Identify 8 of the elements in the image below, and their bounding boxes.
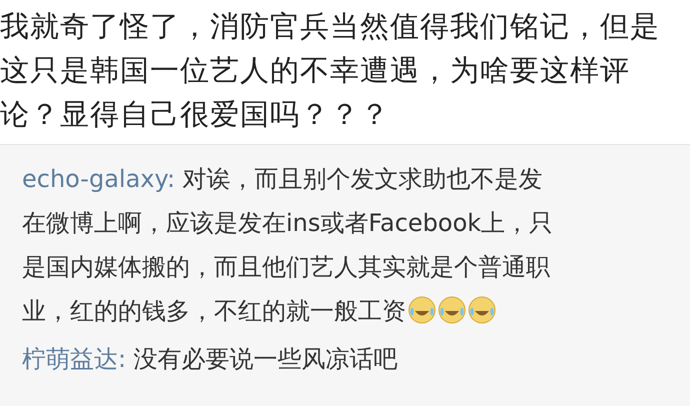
emoji-icon xyxy=(468,296,496,324)
emoji-icon xyxy=(408,296,436,324)
username-link[interactable]: echo-galaxy: xyxy=(22,165,176,193)
reply-text: echo-galaxy: 对诶，而且别个发文求助也不是发 在微博上啊，应该是发在ins或者Facebook上，只 是国内媒体搬的，而且他们艺人其实就是个普通职 业，红的的钱多，不红的就一般工资 xyxy=(22,164,554,327)
username-link[interactable]: 柠萌益达: xyxy=(22,345,126,373)
post-text: 我就奇了怪了，消防官兵当然值得我们铭记，但是 这只是韩国一位艺人的不幸遭遇，为啥要这样评 论？显得自己很爱国吗？？？ xyxy=(0,8,661,133)
emoji-icon xyxy=(438,296,466,324)
reply-text: 柠萌益达: 没有必要说一些风凉话吧 xyxy=(22,344,399,375)
